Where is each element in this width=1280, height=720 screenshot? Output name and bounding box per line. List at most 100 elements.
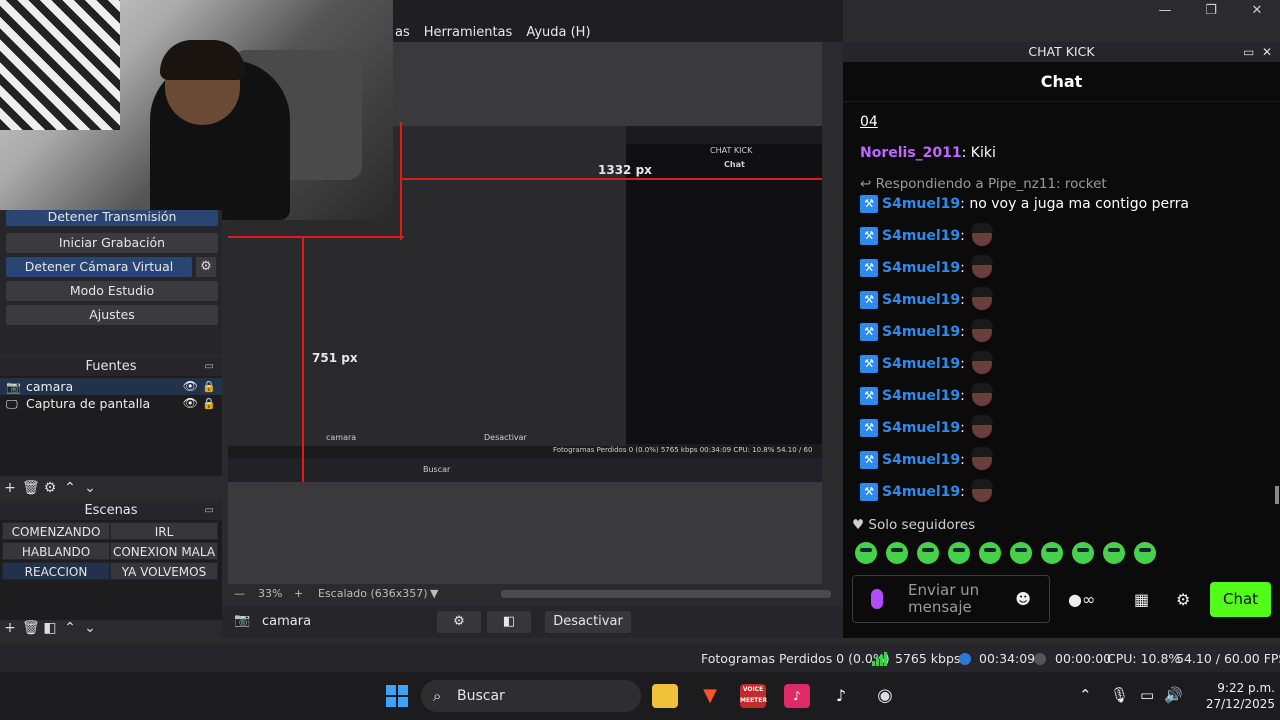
chat-username[interactable]: S4muel19 <box>882 484 960 500</box>
start-recording-button[interactable]: Iniciar Grabación <box>6 233 218 253</box>
undock-icon[interactable]: ▭ <box>205 501 214 521</box>
emote-icon[interactable] <box>948 542 970 564</box>
lock-icon[interactable]: 🔒 <box>202 395 216 412</box>
face-emote-icon[interactable] <box>969 319 995 345</box>
zoom-in-button[interactable]: + <box>294 587 303 600</box>
chat-username[interactable]: S4muel19 <box>882 452 960 468</box>
infinity-icon[interactable]: ●∞ <box>1068 590 1095 609</box>
chat-username[interactable]: S4muel19 <box>882 356 960 372</box>
chat-username[interactable]: S4muel19 <box>882 228 960 244</box>
chat-username[interactable]: S4muel19 <box>882 420 960 436</box>
chat-send-button[interactable]: Chat <box>1210 582 1271 617</box>
gear-icon[interactable]: ⚙ <box>42 479 58 497</box>
chat-username[interactable]: S4muel19 <box>882 292 960 308</box>
face-emote-icon[interactable] <box>969 255 995 281</box>
chevron-down-icon[interactable]: ⌄ <box>82 479 98 497</box>
emote-icon[interactable] <box>1041 542 1063 564</box>
chat-username[interactable]: S4muel19 <box>882 388 960 404</box>
source-item-camara[interactable]: 📷 camara 👁 🔒 <box>0 378 222 395</box>
emote-icon[interactable] <box>1103 542 1125 564</box>
deactivate-button[interactable]: Desactivar <box>545 611 631 633</box>
maximize-button[interactable]: ❐ <box>1188 0 1234 22</box>
face-emote-icon[interactable] <box>969 415 995 441</box>
face-emote-icon[interactable] <box>969 223 995 249</box>
studio-mode-button[interactable]: Modo Estudio <box>6 281 218 301</box>
chevron-up-icon[interactable]: ⌃ <box>62 479 78 497</box>
face-emote-icon[interactable] <box>969 383 995 409</box>
eye-icon[interactable]: 👁 <box>183 395 198 412</box>
face-emote-icon[interactable] <box>969 351 995 377</box>
emote-icon[interactable] <box>917 542 939 564</box>
menu-item-tools[interactable]: Herramientas <box>424 25 513 40</box>
tiktok-icon[interactable]: ♪ <box>828 684 854 708</box>
trash-icon[interactable]: 🗑 <box>22 619 40 637</box>
gear-icon[interactable]: ⚙ <box>1176 590 1190 609</box>
add-icon[interactable]: + <box>2 479 18 497</box>
gear-icon[interactable]: ⚙ <box>196 257 216 277</box>
zoom-out-button[interactable]: — <box>234 587 245 600</box>
chat-scrollbar[interactable] <box>1275 486 1279 504</box>
volume-icon[interactable]: 🔊 <box>1164 686 1183 704</box>
file-explorer-icon[interactable] <box>652 684 678 708</box>
eye-icon[interactable]: 👁 <box>183 378 198 395</box>
microphone-icon[interactable]: 🎙 <box>1110 686 1129 704</box>
chat-username[interactable]: Norelis_2011 <box>860 145 962 161</box>
chat-input[interactable]: Enviar un mensaje ☻ <box>852 575 1050 623</box>
close-button[interactable]: ✕ <box>1234 0 1280 22</box>
network-icon[interactable]: ▭ <box>1140 686 1154 704</box>
obs-icon[interactable]: ◉ <box>872 684 898 708</box>
partial-link[interactable]: 04 <box>860 114 878 130</box>
add-icon[interactable]: + <box>2 619 18 637</box>
emote-icon[interactable] <box>886 542 908 564</box>
smiley-icon[interactable]: ☻ <box>1015 590 1031 608</box>
chevron-down-icon[interactable]: ⌄ <box>82 619 98 637</box>
taskbar-clock[interactable]: 9:22 p.m. 27/12/2025 <box>1195 680 1275 712</box>
source-properties-button[interactable]: ⚙ <box>437 611 481 633</box>
emote-icon[interactable] <box>979 542 1001 564</box>
chat-username[interactable]: S4muel19 <box>882 324 960 340</box>
minimize-button[interactable]: — <box>1142 0 1188 22</box>
moderator-icon: ⚒ <box>860 483 878 501</box>
scene-irl[interactable]: IRL <box>110 522 218 540</box>
heart-icon: ♥ <box>852 517 869 533</box>
source-filters-button[interactable]: ◧ <box>487 611 531 633</box>
emote-icon[interactable] <box>1010 542 1032 564</box>
scenes-dock-header: Escenas ▭ <box>0 501 222 521</box>
scene-conexion-mala[interactable]: CONEXION MALA <box>110 542 218 560</box>
scene-comenzando[interactable]: COMENZANDO <box>2 522 110 540</box>
emote-icon[interactable] <box>1072 542 1094 564</box>
chat-username[interactable]: S4muel19 <box>882 196 960 212</box>
horizontal-scrollbar[interactable] <box>501 590 831 598</box>
stop-stream-button[interactable]: Detener Transmisión <box>6 210 218 226</box>
face-emote-icon[interactable] <box>969 287 995 313</box>
source-item-screen-capture[interactable]: 🖵 Captura de pantalla 👁 🔒 <box>0 395 222 412</box>
chevron-up-icon[interactable]: ⌃ <box>1079 686 1092 704</box>
face-emote-icon[interactable] <box>969 479 995 505</box>
store-icon[interactable]: ▦ <box>1134 590 1149 609</box>
windows-start-icon[interactable] <box>386 685 408 707</box>
filter-icon[interactable]: ◧ <box>42 619 58 637</box>
taskbar-search[interactable]: ⌕ Buscar <box>421 680 641 712</box>
settings-button[interactable]: Ajustes <box>6 305 218 325</box>
scene-ya-volvemos[interactable]: YA VOLVEMOS <box>110 562 218 580</box>
emote-icon[interactable] <box>855 542 877 564</box>
tiktok-studio-icon[interactable]: ♪ <box>784 684 810 708</box>
close-icon[interactable]: ✕ <box>1262 45 1272 59</box>
undock-icon[interactable]: ▭ <box>1243 45 1254 59</box>
scene-reaccion[interactable]: REACCION <box>2 562 110 580</box>
emote-icon[interactable] <box>1134 542 1156 564</box>
undock-icon[interactable]: ▭ <box>205 357 214 377</box>
stop-virtual-camera-button[interactable]: Detener Cámara Virtual <box>6 257 192 277</box>
chat-username[interactable]: S4muel19 <box>882 260 960 276</box>
voicemeeter-icon[interactable]: VOICE MEETER <box>740 684 767 708</box>
chevron-up-icon[interactable]: ⌃ <box>62 619 78 637</box>
face-emote-icon[interactable] <box>969 447 995 473</box>
brave-browser-icon[interactable]: ▼ <box>697 684 723 708</box>
menu-item-help[interactable]: Ayuda (H) <box>526 25 590 40</box>
menu-item-partial[interactable]: as <box>395 25 410 40</box>
trash-icon[interactable]: 🗑 <box>22 479 40 497</box>
lock-icon[interactable]: 🔒 <box>202 378 216 395</box>
scale-dropdown-icon[interactable]: ▼ <box>430 587 438 600</box>
microphone-icon[interactable] <box>871 589 883 609</box>
scene-hablando[interactable]: HABLANDO <box>2 542 110 560</box>
